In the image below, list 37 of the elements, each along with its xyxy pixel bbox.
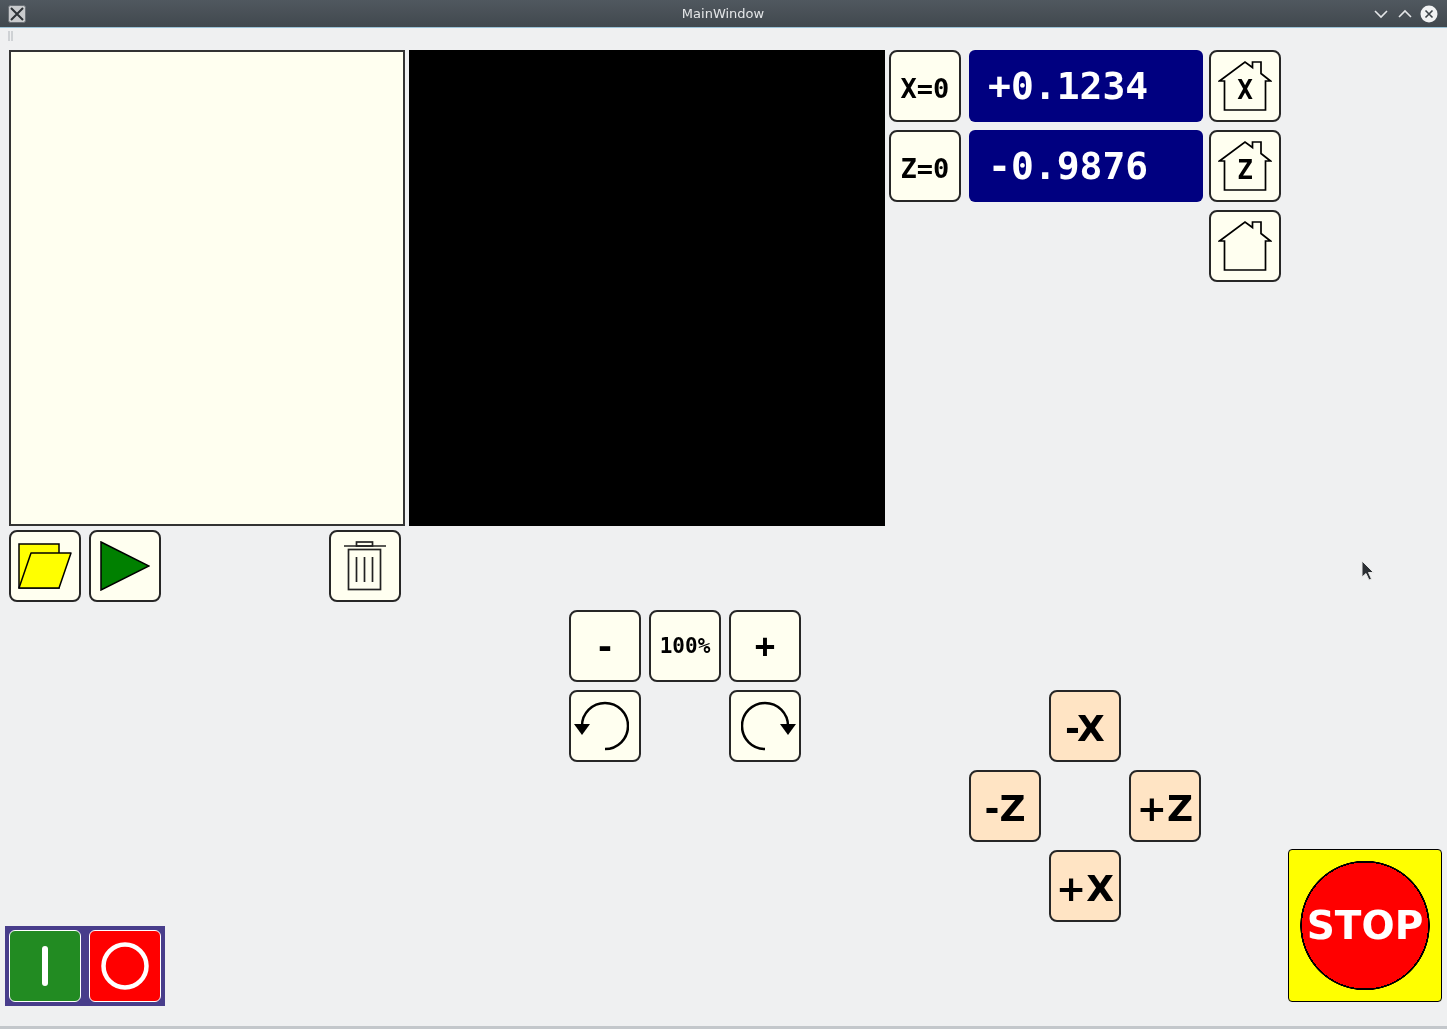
folder-icon xyxy=(18,543,72,589)
mouse-pointer-icon xyxy=(1361,560,1375,581)
power-off-button[interactable] xyxy=(89,930,161,1002)
jog-button[interactable]: +Z xyxy=(1129,770,1201,842)
delete-button[interactable] xyxy=(329,530,401,602)
set-zero-button[interactable]: Z=0 xyxy=(889,130,961,202)
app-icon xyxy=(8,4,26,23)
jog-button[interactable]: -X xyxy=(1049,690,1121,762)
position-readout: +0.1234 xyxy=(969,50,1203,122)
house-icon xyxy=(1218,60,1272,112)
house-icon xyxy=(1218,140,1272,192)
zoom-out-button[interactable]: - xyxy=(569,610,641,682)
play-icon xyxy=(100,541,150,591)
counterclockwise-arrow-icon xyxy=(573,700,629,752)
trash-icon xyxy=(343,541,387,591)
home-axis-button[interactable]: Z xyxy=(1209,130,1281,202)
jog-button[interactable]: +X xyxy=(1049,850,1121,922)
window-title: MainWindow xyxy=(681,6,765,21)
toolbar-grip-icon[interactable] xyxy=(8,31,13,41)
stop-button[interactable]: STOP xyxy=(1288,849,1442,1002)
play-button[interactable] xyxy=(89,530,161,602)
zoom-reset-button[interactable]: 100% xyxy=(649,610,721,682)
home-axis-button[interactable]: X xyxy=(1209,50,1281,122)
vertical-bar-icon xyxy=(41,945,49,987)
rotate-right-button[interactable] xyxy=(729,690,801,762)
home-all-button[interactable] xyxy=(1209,210,1281,282)
rotate-left-button[interactable] xyxy=(569,690,641,762)
position-readout: -0.9876 xyxy=(969,130,1203,202)
jog-button[interactable]: -Z xyxy=(969,770,1041,842)
zoom-in-button[interactable]: + xyxy=(729,610,801,682)
power-on-button[interactable] xyxy=(9,930,81,1002)
ring-icon xyxy=(101,942,149,990)
house-icon xyxy=(1218,220,1272,272)
clockwise-arrow-icon xyxy=(741,700,797,752)
open-button[interactable] xyxy=(9,530,81,602)
set-zero-button[interactable]: X=0 xyxy=(889,50,961,122)
close-icon[interactable] xyxy=(1420,4,1438,23)
